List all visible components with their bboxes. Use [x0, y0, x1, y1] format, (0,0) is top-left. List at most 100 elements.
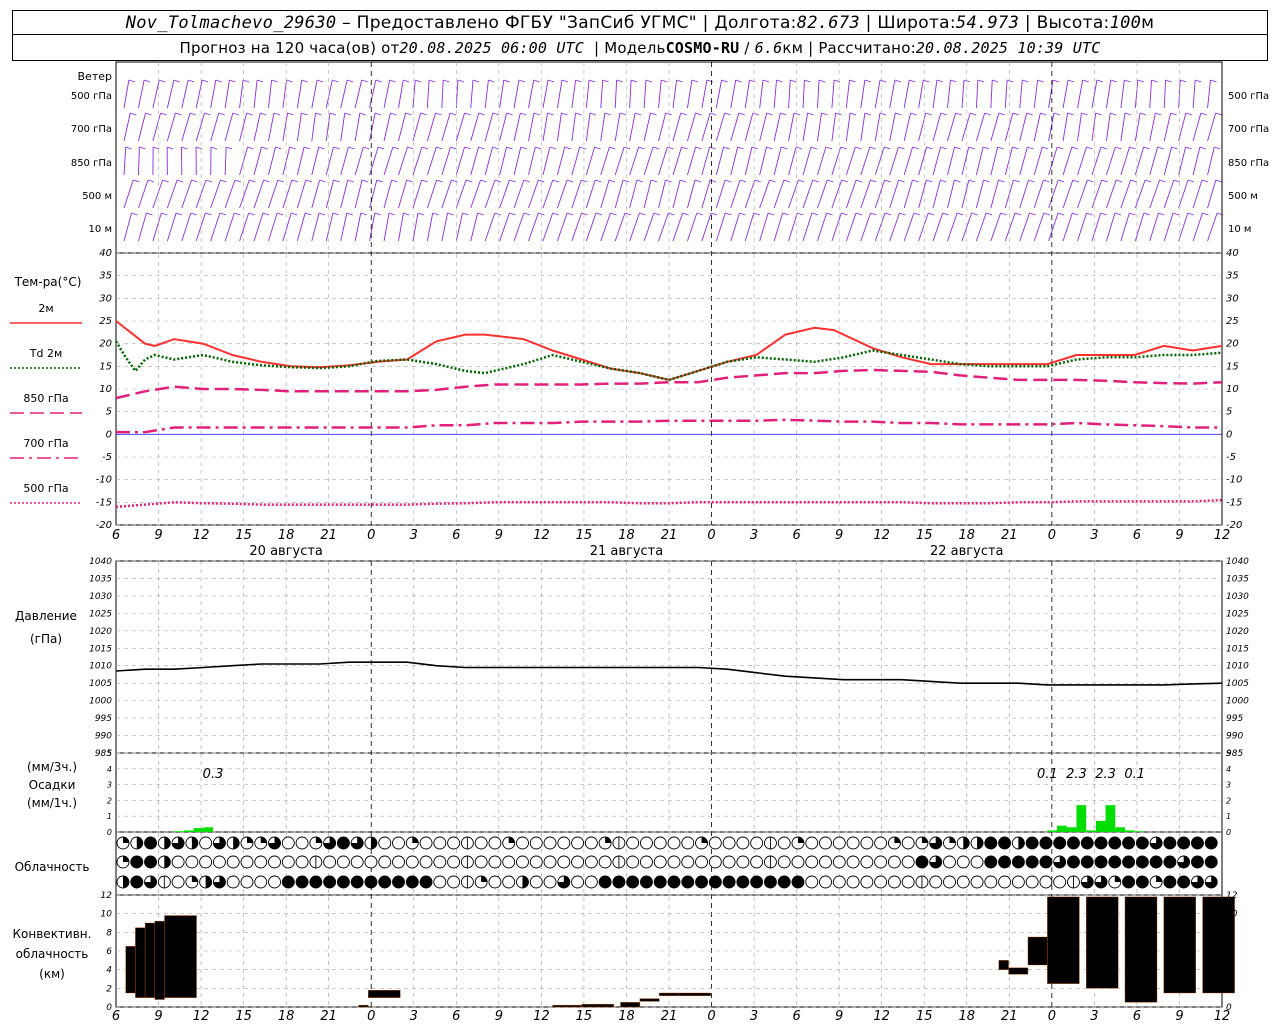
cloud-symbol	[295, 855, 309, 869]
wind-barb	[528, 212, 545, 242]
wind-feather	[940, 112, 947, 116]
y-tick-label-right: 1000	[1226, 697, 1249, 707]
wind-barb	[166, 112, 182, 142]
cloud-symbol	[584, 875, 598, 889]
wind-feather	[589, 112, 597, 116]
wind-feather	[1053, 112, 1061, 116]
wind-feather	[303, 146, 311, 150]
wind-barb	[730, 146, 744, 176]
wind-barb	[845, 146, 862, 176]
wind-feather	[1129, 212, 1136, 216]
wind-shaft	[1192, 212, 1203, 242]
wind-barb	[470, 146, 485, 176]
wind-feather	[205, 179, 213, 183]
wind-level-right: 10 м	[1228, 224, 1251, 235]
wind-shaft	[773, 112, 781, 142]
cloud-symbol	[750, 855, 764, 869]
wind-shaft	[759, 179, 770, 209]
wind-feather	[985, 212, 993, 216]
cloud-symbol	[667, 836, 681, 850]
wind-shaft	[282, 179, 293, 209]
wind-shaft	[990, 112, 1000, 142]
wind-feather	[1165, 79, 1172, 83]
wind-feather	[879, 112, 887, 116]
wind-shaft	[181, 79, 189, 109]
cloud-title: Облачность	[15, 860, 90, 874]
wind-shaft	[354, 179, 363, 209]
wind-shaft	[253, 146, 262, 176]
cloud-symbol	[212, 855, 226, 869]
wind-feather	[1185, 112, 1193, 116]
wind-feather	[899, 212, 906, 216]
x-tick-label: 6	[452, 528, 460, 543]
y-tick-label-left: 995	[95, 714, 112, 724]
cloud-circle	[1108, 855, 1122, 869]
y-tick-label-right: 4	[1226, 765, 1231, 774]
wind-barb	[571, 146, 586, 176]
wind-shaft	[831, 112, 837, 142]
cloud-symbol	[1067, 836, 1080, 850]
wind-feather	[650, 112, 657, 116]
cloud-symbol	[584, 855, 598, 869]
cloud-circle	[805, 875, 819, 889]
cloud-circle	[708, 855, 722, 869]
wind-shaft	[845, 146, 856, 176]
wind-feather	[1067, 79, 1075, 83]
wind-barb	[903, 79, 916, 109]
cloud-symbol	[185, 836, 199, 850]
cloud-symbol	[1204, 836, 1218, 850]
cloud-circle	[433, 836, 447, 850]
wind-shaft	[744, 79, 750, 109]
wind-feather	[840, 146, 847, 150]
wind-barb	[687, 212, 703, 242]
wind-feather	[449, 112, 457, 116]
wind-shaft	[614, 146, 625, 176]
cloud-circle	[336, 855, 350, 869]
x-tick-label: 9	[835, 1009, 843, 1024]
wind-feather	[1187, 212, 1194, 216]
date-label: 20 августа	[249, 544, 323, 559]
wind-shaft	[253, 179, 265, 209]
wind-shaft	[441, 212, 449, 242]
cloud-circle	[185, 855, 199, 869]
wind-barb	[455, 79, 465, 109]
wind-barb	[1149, 112, 1162, 142]
wind-shaft	[369, 212, 376, 242]
y-tick-label-left: -20	[96, 520, 112, 531]
wind-barb	[1178, 212, 1194, 242]
wind-feather	[983, 179, 990, 183]
wind-shaft	[268, 179, 279, 209]
wind-barb	[831, 212, 848, 242]
wind-barb	[296, 79, 308, 109]
wind-barb	[874, 146, 891, 176]
wind-feather	[1144, 179, 1152, 183]
cloud-circle	[998, 836, 1012, 850]
cloud-symbol	[805, 875, 819, 889]
wind-feather	[488, 79, 495, 83]
y-tick-label-left: 2	[106, 984, 112, 994]
wind-level-right: 500 м	[1228, 191, 1258, 202]
wind-barb	[441, 212, 454, 242]
wind-shaft	[643, 112, 651, 142]
precip-bar	[193, 828, 204, 832]
cloud-symbol	[805, 836, 819, 850]
cloud-symbol	[695, 836, 708, 850]
wind-barb	[253, 146, 268, 176]
wind-shaft	[282, 212, 292, 242]
wind-shaft	[874, 112, 881, 142]
cloud-symbol	[336, 855, 350, 869]
cloud-symbol	[929, 836, 943, 850]
wind-shaft	[773, 79, 777, 109]
wind-shaft	[513, 112, 521, 142]
y-tick-label-right: 1020	[1226, 627, 1249, 637]
wind-feather	[739, 212, 746, 216]
precip-bar	[1095, 820, 1106, 832]
wind-feather	[175, 212, 183, 216]
wind-shaft	[860, 212, 871, 242]
wind-barb	[947, 146, 961, 176]
wind-barb	[325, 179, 340, 209]
wind-feather	[971, 212, 978, 216]
wind-barb	[296, 146, 311, 176]
wind-barb	[831, 112, 842, 142]
x-tick-label: 18	[618, 528, 635, 543]
